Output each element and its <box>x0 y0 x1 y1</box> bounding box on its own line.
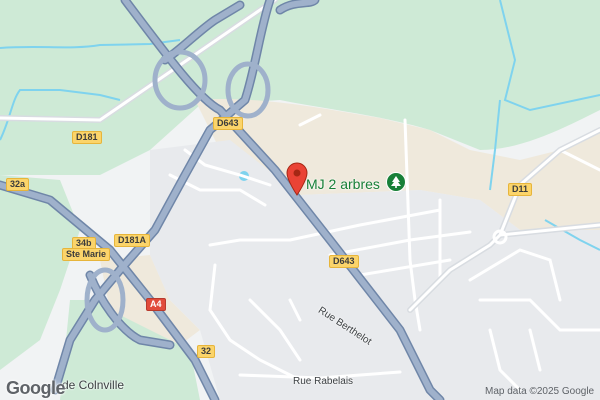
road-shield-d181a: D181A <box>114 234 151 247</box>
road-shield-a4: A4 <box>146 298 166 311</box>
map-pin-icon[interactable] <box>286 162 308 196</box>
road-shield-d11: D11 <box>508 183 533 196</box>
exit-shield-32: 32 <box>197 345 216 358</box>
place-label-ste-marie: Ste Marie <box>62 248 111 261</box>
road-shield-d181: D181 <box>72 131 102 144</box>
road-shield-d643-south: D643 <box>329 255 359 268</box>
exit-shield-32a: 32a <box>6 178 30 191</box>
road-shield-d643-north: D643 <box>213 117 243 130</box>
place-label-colinville: de Colnville <box>62 378 125 392</box>
street-label-rue-rabelais: Rue Rabelais <box>293 376 354 387</box>
tree-icon[interactable] <box>386 172 406 192</box>
map-attribution[interactable]: Map data ©2025 Google <box>485 386 594 397</box>
poi-label-mj-2-arbres[interactable]: MJ 2 arbres <box>306 176 380 192</box>
map-canvas[interactable]: D643 D643 D181 D181A D11 32a 34b 32 A4 S… <box>0 0 600 400</box>
map-base-layer <box>0 0 600 400</box>
google-logo: Google <box>6 378 66 398</box>
